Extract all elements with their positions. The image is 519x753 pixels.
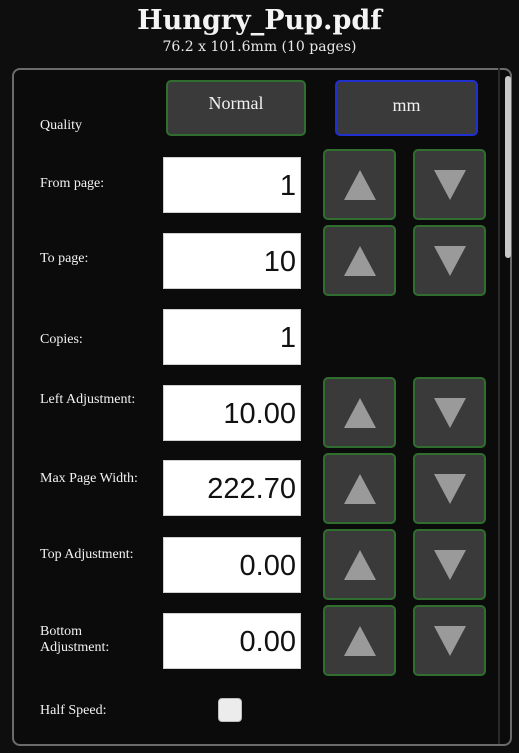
quality-button[interactable]: Normal (166, 80, 306, 136)
quality-value: Normal (208, 92, 264, 113)
arrow-up-icon (343, 245, 376, 276)
from-page-label: From page: (40, 176, 105, 191)
from-page-decrement-button[interactable] (413, 149, 486, 220)
max-page-width-increment-button[interactable] (323, 453, 396, 524)
copies-label: Copies: (40, 332, 83, 347)
bottom-adjustment-input[interactable]: 0.00 (163, 613, 301, 669)
from-page-input[interactable]: 1 (163, 157, 301, 213)
half-speed-checkbox[interactable] (218, 698, 242, 722)
to-page-label: To page: (40, 251, 89, 266)
arrow-down-icon (433, 169, 466, 200)
top-adjustment-increment-button[interactable] (323, 529, 396, 600)
left-adjustment-input[interactable]: 10.00 (163, 385, 301, 441)
quality-label: Quality (40, 118, 82, 133)
bottom-adjustment-label: Bottom Adjustment: (40, 624, 110, 655)
max-page-width-label: Max Page Width: (40, 471, 138, 486)
max-page-width-decrement-button[interactable] (413, 453, 486, 524)
header: Hungry_Pup.pdf 76.2 x 101.6mm (10 pages) (0, 0, 519, 64)
unit-value: mm (392, 94, 421, 115)
scrollbar-thumb[interactable] (505, 76, 511, 258)
panel-divider (498, 68, 500, 744)
arrow-down-icon (433, 397, 466, 428)
to-page-decrement-button[interactable] (413, 225, 486, 296)
arrow-up-icon (343, 625, 376, 656)
left-adjustment-increment-button[interactable] (323, 377, 396, 448)
top-adjustment-label: Top Adjustment: (40, 547, 134, 562)
arrow-up-icon (343, 549, 376, 580)
to-page-increment-button[interactable] (323, 225, 396, 296)
top-adjustment-decrement-button[interactable] (413, 529, 486, 600)
document-subtitle: 76.2 x 101.6mm (10 pages) (162, 39, 357, 55)
left-adjustment-label: Left Adjustment: (40, 392, 136, 407)
arrow-down-icon (433, 625, 466, 656)
unit-button[interactable]: mm (335, 80, 478, 136)
arrow-down-icon (433, 245, 466, 276)
arrow-up-icon (343, 397, 376, 428)
arrow-up-icon (343, 169, 376, 200)
arrow-up-icon (343, 473, 376, 504)
from-page-increment-button[interactable] (323, 149, 396, 220)
arrow-down-icon (433, 473, 466, 504)
document-title: Hungry_Pup.pdf (137, 5, 382, 36)
arrow-down-icon (433, 549, 466, 580)
top-adjustment-input[interactable]: 0.00 (163, 537, 301, 593)
bottom-adjustment-decrement-button[interactable] (413, 605, 486, 676)
to-page-input[interactable]: 10 (163, 233, 301, 289)
bottom-adjustment-increment-button[interactable] (323, 605, 396, 676)
left-adjustment-decrement-button[interactable] (413, 377, 486, 448)
copies-input[interactable]: 1 (163, 309, 301, 365)
max-page-width-input[interactable]: 222.70 (163, 460, 301, 516)
half-speed-label: Half Speed: (40, 703, 107, 718)
